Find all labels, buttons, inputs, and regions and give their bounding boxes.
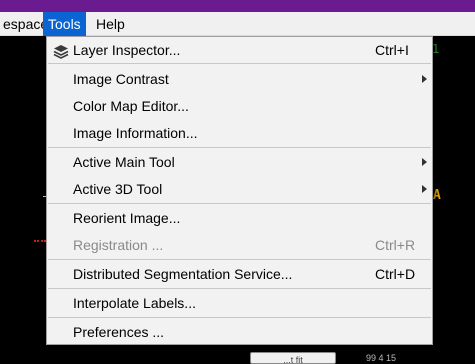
menu-item-label: Image Information... <box>73 125 198 141</box>
menu-item-label: Preferences ... <box>73 324 165 340</box>
menu-separator <box>48 317 431 318</box>
menu-item-label: Layer Inspector... <box>73 42 181 58</box>
menu-item-label: Active Main Tool <box>73 154 175 170</box>
menu-bar: espace Tools Help <box>0 12 475 36</box>
menu-item-layer-inspector[interactable]: Layer Inspector... Ctrl+I <box>47 37 432 63</box>
tools-dropdown-menu: Layer Inspector... Ctrl+I Image Contrast… <box>46 36 433 345</box>
menu-item-label: Registration ... <box>73 237 164 253</box>
menu-separator <box>48 259 431 260</box>
menu-item-label: Active 3D Tool <box>73 181 163 197</box>
menu-item-active-3d-tool[interactable]: Active 3D Tool <box>47 176 432 202</box>
zoom-fit-button[interactable]: ...t fit <box>250 352 336 364</box>
menu-item-image-contrast[interactable]: Image Contrast <box>47 66 432 92</box>
menu-item-shortcut: Ctrl+D <box>375 266 416 282</box>
menu-separator <box>48 203 431 204</box>
layers-icon <box>53 42 69 59</box>
menu-item-label: Image Contrast <box>73 71 169 87</box>
menu-item-registration: Registration ... Ctrl+R <box>47 232 432 258</box>
menu-item-label: Reorient Image... <box>73 210 181 226</box>
menu-item-interpolate-labels[interactable]: Interpolate Labels... <box>47 290 432 316</box>
menu-item-color-map-editor[interactable]: Color Map Editor... <box>47 93 432 119</box>
viewer-orientation-label: A <box>433 188 441 203</box>
viewer-red-marker <box>34 240 46 244</box>
cursor-readout: 99 4 15 <box>366 353 397 363</box>
menu-item-image-information[interactable]: Image Information... <box>47 120 432 146</box>
menu-item-label: Distributed Segmentation Service... <box>73 266 293 282</box>
menu-item-preferences[interactable]: Preferences ... <box>47 319 432 345</box>
menu-item-label: Color Map Editor... <box>73 98 189 114</box>
menu-tools[interactable]: Tools <box>43 12 86 36</box>
menu-separator <box>48 288 431 289</box>
menu-item-active-main-tool[interactable]: Active Main Tool <box>47 149 432 175</box>
menu-item-shortcut: Ctrl+R <box>375 237 416 253</box>
menu-item-shortcut: Ctrl+I <box>375 42 409 58</box>
submenu-arrow-icon <box>422 185 427 193</box>
menu-help[interactable]: Help <box>90 12 131 36</box>
window-title-strip <box>0 0 475 12</box>
menu-separator <box>48 63 431 64</box>
submenu-arrow-icon <box>422 75 427 83</box>
viewer-annotation-green: 1 <box>432 42 440 56</box>
menu-item-label: Interpolate Labels... <box>73 295 196 311</box>
menu-item-distributed-segmentation[interactable]: Distributed Segmentation Service... Ctrl… <box>47 261 432 287</box>
submenu-arrow-icon <box>422 158 427 166</box>
menu-item-reorient-image[interactable]: Reorient Image... <box>47 205 432 231</box>
menu-separator <box>48 147 431 148</box>
